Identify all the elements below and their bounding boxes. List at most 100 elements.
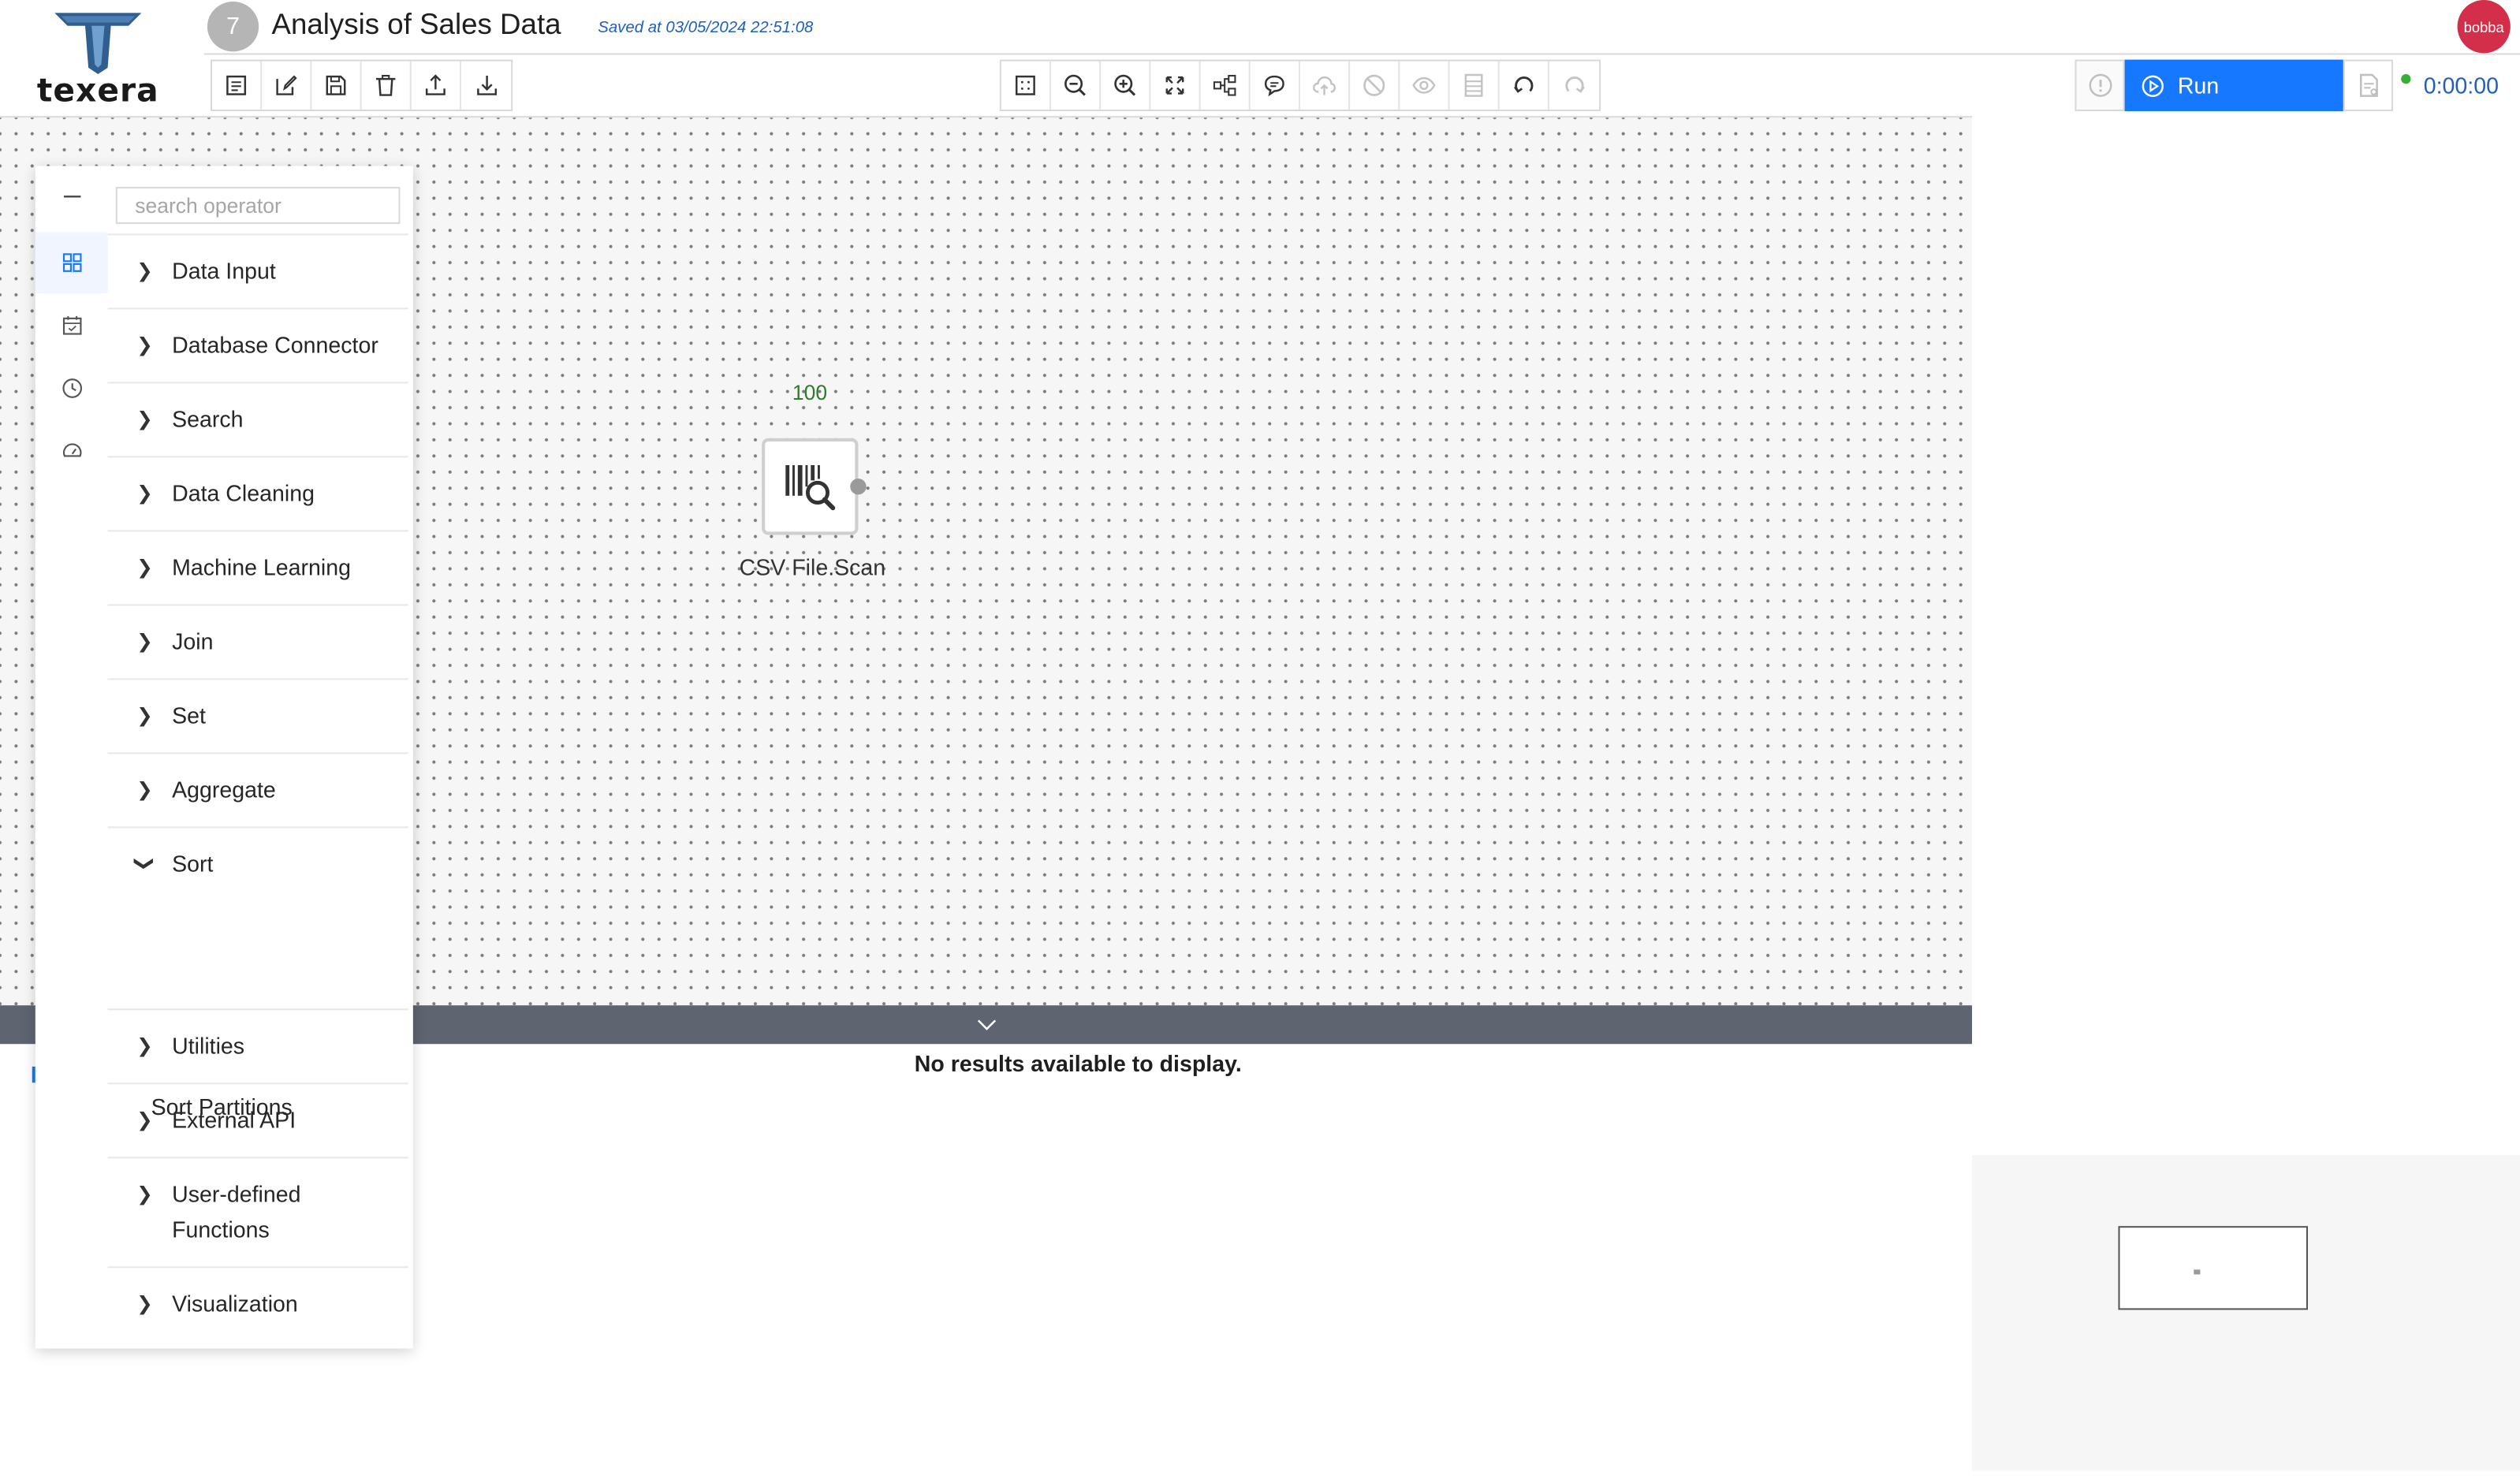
- chevron-right-icon: ❯: [136, 1034, 153, 1057]
- workflow-id-badge: 7: [207, 2, 259, 52]
- chevron-right-icon: ❯: [136, 482, 153, 505]
- chevron-right-icon: ❯: [136, 1183, 153, 1205]
- category-user-defined-functions[interactable]: ❯ User-defined Functions: [107, 1157, 408, 1266]
- category-label: Database Connector: [172, 331, 378, 358]
- category-database-connector[interactable]: ❯ Database Connector: [107, 307, 408, 382]
- category-data-cleaning[interactable]: ❯ Data Cleaning: [107, 456, 408, 530]
- zoom-in-button[interactable]: [1101, 61, 1151, 110]
- category-label: Set: [172, 702, 206, 728]
- disable-icon: [1363, 74, 1385, 96]
- operator-output-port[interactable]: [850, 478, 867, 495]
- user-avatar[interactable]: bobba: [2457, 0, 2511, 54]
- category-sort[interactable]: ❯ Sort: [107, 826, 408, 1008]
- run-label: Run: [2177, 72, 2220, 99]
- save-icon: [326, 75, 346, 95]
- cache-icon: [1464, 73, 1483, 97]
- cloud-icon: [1313, 76, 1336, 95]
- edit-icon: [276, 75, 297, 95]
- category-set[interactable]: ❯ Set: [107, 678, 408, 752]
- minus-icon: [63, 196, 80, 198]
- zoom-in-icon: [1114, 74, 1136, 96]
- category-join[interactable]: ❯ Join: [107, 604, 408, 678]
- chevron-right-icon: ❯: [136, 630, 153, 653]
- csv-scan-icon: [785, 464, 836, 511]
- import-button[interactable]: [461, 61, 511, 110]
- edit-button[interactable]: [262, 61, 312, 110]
- report-button[interactable]: [2343, 59, 2394, 112]
- category-utilities[interactable]: ❯ Utilities: [107, 1008, 408, 1082]
- category-visualization[interactable]: ❯ Visualization: [107, 1266, 408, 1340]
- chevron-down-icon: [976, 1019, 996, 1030]
- chevron-right-icon: ❯: [136, 778, 153, 801]
- category-machine-learning[interactable]: ❯ Machine Learning: [107, 530, 408, 604]
- run-button[interactable]: Run: [2124, 59, 2343, 112]
- category-label: Machine Learning: [172, 553, 351, 580]
- collapse-menu-button[interactable]: [35, 166, 108, 227]
- properties-button[interactable]: [212, 61, 263, 110]
- operator-output-count: 100: [792, 380, 828, 404]
- category-label: Data Cleaning: [172, 479, 315, 506]
- chevron-right-icon: ❯: [136, 259, 153, 282]
- chevron-right-icon: ❯: [136, 333, 153, 356]
- undo-icon: [1514, 76, 1534, 93]
- save-button[interactable]: [311, 61, 362, 110]
- zoom-out-icon: [1064, 74, 1086, 96]
- undo-button[interactable]: [1500, 61, 1549, 110]
- no-results-message: No results available to display.: [914, 1050, 1242, 1077]
- execution-timer: 0:00:00: [2423, 72, 2499, 99]
- workflow-title[interactable]: Analysis of Sales Data: [271, 8, 561, 42]
- grid-toggle-button[interactable]: [1001, 61, 1052, 110]
- cache-button[interactable]: [1450, 61, 1500, 110]
- chevron-down-icon: ❯: [133, 855, 156, 872]
- appstore-icon: [62, 253, 81, 272]
- category-label: User-defined Functions: [172, 1180, 301, 1242]
- category-data-input[interactable]: ❯ Data Input: [107, 233, 408, 307]
- category-external-api[interactable]: ❯ External API: [107, 1082, 408, 1157]
- clock-icon: [62, 378, 82, 398]
- category-label: Join: [172, 628, 214, 654]
- chevron-right-icon: ❯: [136, 1108, 153, 1131]
- status-indicator: [2401, 74, 2411, 84]
- category-label: Search: [172, 405, 244, 432]
- comment-icon: [1264, 75, 1284, 97]
- redo-button[interactable]: [1549, 61, 1599, 110]
- export-button[interactable]: [412, 61, 461, 110]
- zoom-out-button[interactable]: [1051, 61, 1102, 110]
- header-divider: [203, 53, 2520, 55]
- mini-map[interactable]: [1971, 1155, 2520, 1471]
- cloud-upload-button[interactable]: [1300, 61, 1351, 110]
- dashboard-tab[interactable]: [35, 420, 108, 482]
- layout-icon: [1213, 75, 1236, 96]
- grid-icon: [1016, 75, 1035, 95]
- play-circle-icon: [2142, 74, 2164, 97]
- properties-icon: [226, 75, 247, 95]
- category-aggregate[interactable]: ❯ Aggregate: [107, 752, 408, 826]
- fit-icon: [1165, 76, 1184, 95]
- auto-layout-button[interactable]: [1201, 61, 1251, 110]
- chevron-right-icon: ❯: [136, 408, 153, 430]
- mini-map-operator: [2194, 1269, 2201, 1275]
- calendar-icon: [62, 316, 81, 335]
- history-tab[interactable]: [35, 358, 108, 419]
- view-icon: [1412, 76, 1436, 94]
- disable-operator-button[interactable]: [1350, 61, 1400, 110]
- upload-icon: [425, 74, 445, 95]
- mini-map-viewport[interactable]: [2118, 1226, 2308, 1310]
- category-label: Visualization: [172, 1290, 298, 1317]
- operators-tab[interactable]: [35, 232, 108, 293]
- comment-button[interactable]: [1251, 61, 1300, 110]
- exclamation-circle-icon: [2088, 73, 2112, 97]
- operator-label: CSV File.Scan: [739, 553, 886, 580]
- category-search[interactable]: ❯ Search: [107, 382, 408, 456]
- category-label: Utilities: [172, 1032, 245, 1059]
- view-result-button[interactable]: [1400, 61, 1450, 110]
- operator-csv-file-scan[interactable]: [762, 438, 859, 535]
- delete-button[interactable]: [362, 61, 412, 110]
- file-toolbar: [211, 59, 513, 112]
- chevron-right-icon: ❯: [136, 1291, 153, 1315]
- chevron-right-icon: ❯: [136, 556, 153, 579]
- operator-search-input[interactable]: [115, 187, 401, 225]
- calendar-tab[interactable]: [35, 295, 108, 356]
- fit-view-button[interactable]: [1150, 61, 1201, 110]
- errors-button[interactable]: [2075, 59, 2125, 112]
